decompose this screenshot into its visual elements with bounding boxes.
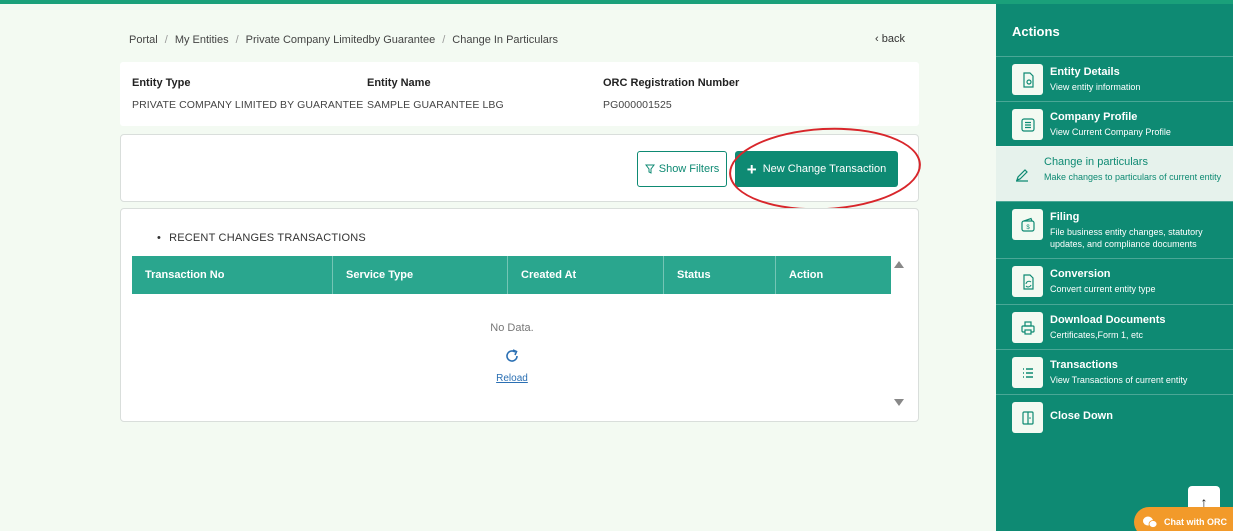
breadcrumb-item-portal[interactable]: Portal xyxy=(129,34,158,46)
sidebar-item-title: Download Documents xyxy=(1050,314,1166,326)
column-header-service-type[interactable]: Service Type xyxy=(333,256,508,294)
sidebar-item-desc: View Current Company Profile xyxy=(1050,127,1171,137)
registration-number-value: PG000001525 xyxy=(603,99,672,111)
entity-name-value: SAMPLE GUARANTEE LBG xyxy=(367,99,504,111)
printer-icon xyxy=(1012,312,1043,343)
section-title: • RECENT CHANGES TRANSACTIONS xyxy=(157,232,366,244)
bullet-icon: • xyxy=(157,232,162,244)
sidebar-item-desc: Make changes to particulars of current e… xyxy=(1044,172,1222,182)
sidebar-item-title: Change in particulars xyxy=(1044,156,1148,168)
scroll-up-arrow-icon[interactable] xyxy=(894,261,904,268)
filter-icon xyxy=(644,164,655,174)
breadcrumb-separator: / xyxy=(164,34,168,46)
entity-name-block: Entity Name SAMPLE GUARANTEE LBG xyxy=(367,77,504,111)
registration-number-block: ORC Registration Number PG000001525 xyxy=(603,77,739,111)
scroll-down-arrow-icon[interactable] xyxy=(894,399,904,406)
empty-state-text: No Data. xyxy=(490,322,534,334)
wallet-icon: $ xyxy=(1012,209,1043,240)
sidebar-item-entity-details[interactable]: Entity Details View entity information xyxy=(996,56,1233,101)
document-search-icon xyxy=(1012,64,1043,95)
sidebar-item-title: Company Profile xyxy=(1050,111,1138,123)
sidebar-item-desc: File business entity changes, statutory … xyxy=(1050,227,1203,249)
sidebar-title: Actions xyxy=(1012,24,1060,39)
table-header: Transaction No Service Type Created At S… xyxy=(132,256,891,294)
breadcrumb-separator: / xyxy=(235,34,239,46)
entity-type-label: Entity Type xyxy=(132,77,191,89)
sidebar-item-company-profile[interactable]: Company Profile View Current Company Pro… xyxy=(996,101,1233,146)
sidebar-item-filing[interactable]: $ Filing File business entity changes, s… xyxy=(996,201,1233,258)
column-header-status[interactable]: Status xyxy=(664,256,776,294)
sidebar-item-title: Transactions xyxy=(1050,359,1118,371)
column-header-action[interactable]: Action xyxy=(776,256,891,294)
back-link[interactable]: ‹ back xyxy=(875,33,905,45)
svg-text:$: $ xyxy=(1026,225,1030,231)
section-title-text: RECENT CHANGES TRANSACTIONS xyxy=(169,232,366,244)
sidebar-item-conversion[interactable]: Conversion Convert current entity type xyxy=(996,258,1233,304)
reload-icon[interactable] xyxy=(504,348,520,364)
actions-sidebar: Actions Entity Details View entity infor… xyxy=(996,4,1233,531)
chat-label: Chat with ORC xyxy=(1164,517,1227,527)
column-header-created-at[interactable]: Created At xyxy=(508,256,664,294)
chat-widget-button[interactable]: Chat with ORC xyxy=(1134,507,1233,531)
sidebar-item-transactions[interactable]: Transactions View Transactions of curren… xyxy=(996,349,1233,394)
sidebar-item-download-documents[interactable]: Download Documents Certificates,Form 1, … xyxy=(996,304,1233,349)
pencil-icon xyxy=(1006,159,1037,190)
sidebar-item-desc: Certificates,Form 1, etc xyxy=(1050,330,1144,340)
chevron-left-icon: ‹ xyxy=(875,33,879,45)
breadcrumb-separator: / xyxy=(442,34,446,46)
sidebar-item-desc: Convert current entity type xyxy=(1050,284,1156,294)
sidebar-item-title: Conversion xyxy=(1050,268,1111,280)
entity-type-value: PRIVATE COMPANY LIMITED BY GUARANTEE xyxy=(132,99,364,111)
back-label: back xyxy=(881,33,905,45)
reload-link[interactable]: Reload xyxy=(121,373,903,384)
breadcrumb-item-current: Change In Particulars xyxy=(452,34,559,46)
sidebar-item-change-in-particulars[interactable]: Change in particulars Make changes to pa… xyxy=(996,146,1233,201)
list-document-icon xyxy=(1012,109,1043,140)
sidebar-item-desc: View Transactions of current entity xyxy=(1050,375,1188,385)
sidebar-item-desc: View entity information xyxy=(1050,82,1141,92)
show-filters-button[interactable]: Show Filters xyxy=(637,151,727,187)
entity-summary-card: Entity Type PRIVATE COMPANY LIMITED BY G… xyxy=(120,62,919,126)
sidebar-item-title: Filing xyxy=(1050,211,1080,223)
chat-bubble-icon xyxy=(1143,516,1158,528)
entity-name-label: Entity Name xyxy=(367,77,431,89)
door-exit-icon xyxy=(1012,402,1043,433)
breadcrumb-item-entity-type[interactable]: Private Company Limitedby Guarantee xyxy=(246,34,436,46)
sidebar-item-close-down[interactable]: Close Down xyxy=(996,394,1233,439)
recent-transactions-card: • RECENT CHANGES TRANSACTIONS Transaction… xyxy=(120,208,919,422)
show-filters-label: Show Filters xyxy=(658,163,720,175)
list-icon xyxy=(1012,357,1043,388)
registration-number-label: ORC Registration Number xyxy=(603,77,740,89)
sidebar-item-title: Entity Details xyxy=(1050,66,1120,78)
breadcrumb: Portal / My Entities / Private Company L… xyxy=(129,34,558,46)
sidebar-item-title: Close Down xyxy=(1050,410,1113,422)
entity-type-block: Entity Type PRIVATE COMPANY LIMITED BY G… xyxy=(132,77,363,111)
document-convert-icon xyxy=(1012,266,1043,297)
column-header-transaction-no[interactable]: Transaction No xyxy=(132,256,333,294)
breadcrumb-item-my-entities[interactable]: My Entities xyxy=(175,34,229,46)
